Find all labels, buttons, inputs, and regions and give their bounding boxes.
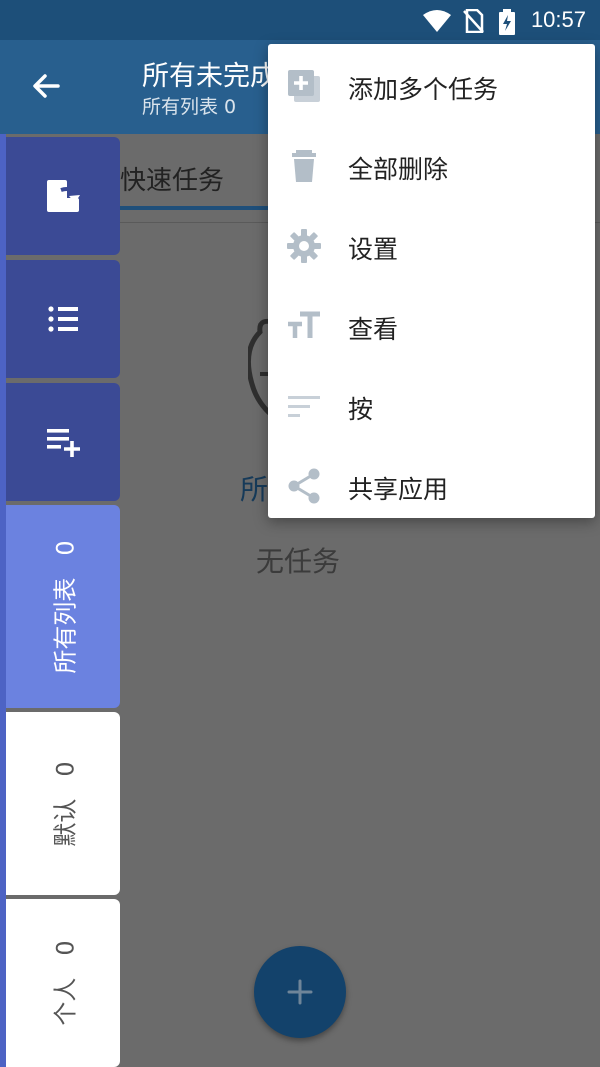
list-count: 0 <box>51 760 80 777</box>
status-time: 10:57 <box>530 7 586 32</box>
wifi-icon <box>423 10 451 32</box>
no-sim-icon <box>463 9 484 33</box>
list-count: 0 <box>51 539 80 556</box>
menu-item-delete-all[interactable]: 全部删除 <box>268 126 595 206</box>
tab-indicator <box>120 206 270 210</box>
menu-label: 添加多个任务 <box>348 75 499 104</box>
sidebar-item-default[interactable]: 默认 0 <box>6 712 120 895</box>
list-count: 0 <box>51 940 80 956</box>
tab-quick-task[interactable]: 快速任务 <box>120 160 224 197</box>
list-name: 个人 <box>51 977 80 1026</box>
sidebar-item-all-lists[interactable]: 所有列表 0 <box>6 505 120 708</box>
list-name: 所有列表 <box>51 577 80 674</box>
playlist-add-icon <box>47 429 80 457</box>
menu-label: 设置 <box>348 235 399 264</box>
battery-charging-icon <box>499 9 515 35</box>
sort-icon <box>288 396 320 417</box>
menu-label: 按 <box>348 395 374 424</box>
add-task-button[interactable] <box>254 946 346 1038</box>
share-icon <box>288 468 320 504</box>
status-bar: 10:57 <box>0 0 600 40</box>
add-list-button[interactable] <box>6 383 120 501</box>
move-task-button[interactable] <box>6 137 120 255</box>
trash-icon <box>292 150 316 182</box>
arrow-back-icon <box>33 74 60 98</box>
menu-label: 共享应用 <box>348 475 449 504</box>
menu-label: 查看 <box>348 315 399 344</box>
back-button[interactable] <box>28 68 64 104</box>
page-subtitle: 所有列表 0 <box>142 96 237 118</box>
gear-icon <box>287 229 321 263</box>
list-name: 默认 <box>51 798 80 847</box>
menu-item-add-multiple[interactable]: 添加多个任务 <box>268 46 595 126</box>
sidebar-item-personal[interactable]: 个人 0 <box>6 899 120 1067</box>
menu-item-share-app[interactable]: 共享应用 <box>268 446 595 526</box>
menu-label: 全部删除 <box>348 155 449 184</box>
menu-item-sort[interactable]: 按 <box>268 366 595 446</box>
add-multiple-icon <box>288 70 320 102</box>
list-icon <box>48 306 78 332</box>
page-title: 所有未完成 <box>142 61 277 92</box>
move-to-list-icon <box>47 180 80 212</box>
empty-state-text: 无任务 <box>256 545 341 578</box>
plus-icon <box>287 979 313 1005</box>
text-size-icon <box>288 311 320 338</box>
overflow-menu: 添加多个任务 全部删除 设置 查看 按 共享应用 <box>268 44 595 518</box>
menu-item-view[interactable]: 查看 <box>268 286 595 366</box>
menu-item-settings[interactable]: 设置 <box>268 206 595 286</box>
list-view-button[interactable] <box>6 260 120 378</box>
